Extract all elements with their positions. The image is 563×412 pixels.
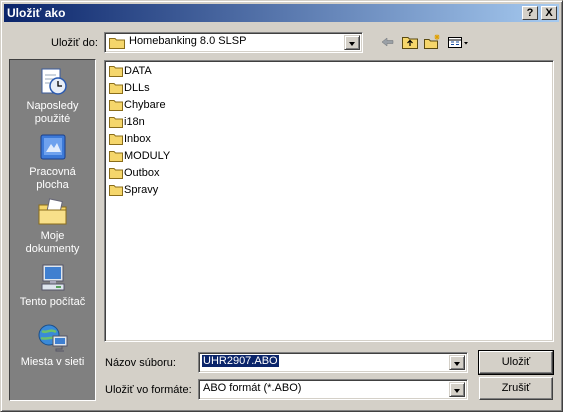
save-in-dropdown-button[interactable] bbox=[344, 35, 360, 50]
cancel-button[interactable]: Zrušiť bbox=[479, 377, 553, 400]
folder-icon bbox=[109, 151, 123, 162]
filename-dropdown-button[interactable] bbox=[449, 355, 465, 370]
folder-icon bbox=[109, 83, 123, 94]
file-name: DATA bbox=[124, 65, 152, 77]
save-button[interactable]: Uložiť bbox=[478, 350, 554, 375]
places-bar: Naposledy použité Pracovná plocha Moje d… bbox=[9, 59, 96, 401]
filetype-dropdown-button[interactable] bbox=[449, 382, 465, 397]
place-desktop-label-1: Pracovná bbox=[29, 166, 76, 178]
file-name: DLLs bbox=[124, 82, 150, 94]
my-documents-icon bbox=[38, 198, 66, 225]
save-as-dialog: Uložiť ako ? X Uložiť do: Homebanking 8.… bbox=[0, 0, 563, 412]
folder-icon bbox=[109, 117, 123, 128]
file-name: Spravy bbox=[124, 184, 159, 196]
up-folder-icon[interactable] bbox=[401, 34, 419, 50]
help-button[interactable]: ? bbox=[522, 6, 538, 20]
close-button[interactable]: X bbox=[541, 6, 557, 20]
folder-icon bbox=[109, 168, 123, 179]
place-my-documents[interactable]: Moje dokumenty bbox=[10, 196, 95, 256]
save-in-label: Uložiť do: bbox=[51, 37, 98, 49]
dialog-title: Uložiť ako bbox=[7, 6, 66, 20]
filetype-value: ABO formát (*.ABO) bbox=[203, 382, 302, 394]
place-my-documents-label-1: Moje bbox=[40, 230, 65, 242]
folder-icon bbox=[109, 134, 123, 145]
filename-input[interactable]: UHR2907.ABO bbox=[198, 352, 468, 373]
desktop-icon bbox=[40, 134, 65, 160]
file-name: Outbox bbox=[124, 167, 160, 179]
recent-icon bbox=[41, 68, 67, 95]
place-desktop-label-2: plocha bbox=[36, 179, 69, 191]
file-name: Chybare bbox=[124, 99, 166, 111]
file-list[interactable]: DATA DLLs Chybare i18n Inbox MODULY Outb… bbox=[104, 60, 554, 342]
title-bar[interactable]: Uložiť ako ? X bbox=[4, 4, 559, 22]
file-name: MODULY bbox=[124, 150, 171, 162]
filetype-label: Uložiť vo formáte: bbox=[105, 384, 192, 396]
filename-label: Názov súboru: bbox=[105, 357, 176, 369]
place-recent[interactable]: Naposledy použité bbox=[10, 66, 95, 126]
place-recent-label-1: Naposledy bbox=[26, 100, 79, 112]
place-my-documents-label-2: dokumenty bbox=[25, 243, 80, 255]
place-recent-label-2: použité bbox=[34, 113, 71, 125]
folder-icon bbox=[109, 100, 123, 111]
place-network-label: Miesta v sieti bbox=[20, 356, 85, 368]
filename-value: UHR2907.ABO bbox=[202, 355, 279, 367]
save-in-value: Homebanking 8.0 SLSP bbox=[129, 35, 247, 47]
filetype-select[interactable]: ABO formát (*.ABO) bbox=[198, 379, 468, 400]
save-in-combo[interactable]: Homebanking 8.0 SLSP bbox=[104, 32, 363, 53]
view-menu-icon[interactable] bbox=[447, 34, 471, 50]
my-computer-icon bbox=[41, 264, 64, 291]
network-icon bbox=[38, 324, 67, 352]
folder-icon bbox=[109, 66, 123, 77]
place-network[interactable]: Miesta v sieti bbox=[10, 322, 95, 369]
folder-icon bbox=[109, 38, 125, 49]
place-my-computer[interactable]: Tento počítač bbox=[10, 262, 95, 309]
file-name: i18n bbox=[124, 116, 145, 128]
new-folder-icon[interactable] bbox=[423, 34, 441, 50]
place-my-computer-label: Tento počítač bbox=[19, 296, 86, 308]
place-desktop[interactable]: Pracovná plocha bbox=[10, 132, 95, 192]
back-arrow-icon[interactable] bbox=[379, 34, 397, 50]
folder-icon bbox=[109, 185, 123, 196]
file-name: Inbox bbox=[124, 133, 151, 145]
